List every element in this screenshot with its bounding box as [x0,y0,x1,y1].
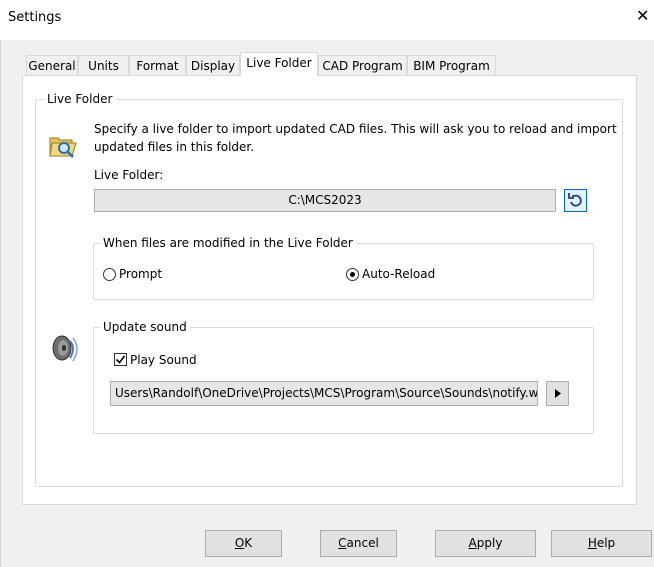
tab-units[interactable]: Units [78,55,129,75]
speaker-icon [48,332,82,366]
play-sound-label[interactable]: Play Sound [130,353,197,367]
title-bar[interactable] [0,0,654,40]
update-sound-group-label: Update sound [100,320,190,334]
close-icon[interactable]: ✕ [636,8,649,24]
auto-reload-radio-label[interactable]: Auto-Reload [362,267,435,281]
ok-button[interactable]: OK [205,530,282,557]
live-folder-description-line1: Specify a live folder to import updated … [94,122,617,136]
tab-bim-program[interactable]: BIM Program [407,55,496,75]
tab-live-folder[interactable]: Live Folder [240,52,318,76]
help-button[interactable]: Help [551,530,652,557]
prompt-radio[interactable] [103,268,116,281]
play-sound-checkbox[interactable] [114,353,127,366]
tab-display[interactable]: Display [186,55,240,75]
live-folder-field-label: Live Folder: [94,168,164,182]
apply-button[interactable]: Apply [435,530,536,557]
tab-cad-program[interactable]: CAD Program [318,55,407,75]
modified-behavior-group-label: When files are modified in the Live Fold… [100,236,356,250]
reset-folder-button[interactable] [564,189,587,212]
window-title: Settings [8,10,62,25]
sound-file-path-field[interactable]: Users\Randolf\OneDrive\Projects\MCS\Prog… [110,381,538,406]
play-sound-button[interactable] [546,381,569,406]
folder-search-icon [48,130,78,160]
live-folder-description-line2: updated files in this folder. [94,140,255,154]
window-border [0,40,1,567]
live-folder-path-field[interactable]: C:\MCS2023 [94,189,556,212]
tab-general[interactable]: General [26,55,78,75]
undo-icon [568,193,582,207]
tab-format[interactable]: Format [129,55,186,75]
auto-reload-radio[interactable] [346,268,359,281]
prompt-radio-label[interactable]: Prompt [119,267,162,281]
live-folder-group-label: Live Folder [44,92,116,106]
cancel-button[interactable]: Cancel [320,530,397,557]
checkmark-icon [115,355,126,364]
play-icon [555,389,561,398]
modified-behavior-group [93,243,594,300]
